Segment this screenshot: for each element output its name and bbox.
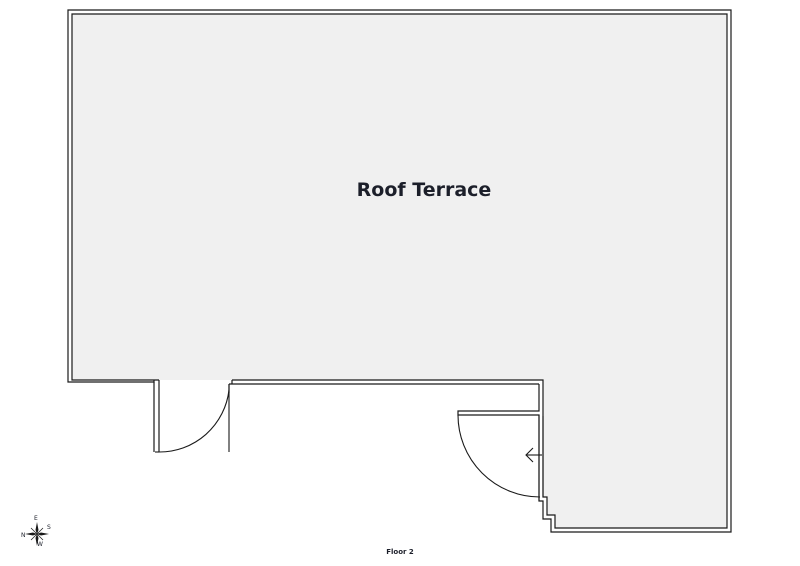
left-door bbox=[155, 384, 230, 453]
compass-icon: E S N W bbox=[21, 515, 51, 548]
floor-label: Floor 2 bbox=[386, 548, 414, 556]
compass-label-north: N bbox=[21, 532, 26, 539]
compass-label-south: S bbox=[47, 524, 51, 531]
compass-label-east: E bbox=[34, 515, 38, 522]
compass-label-west: W bbox=[37, 541, 43, 548]
right-door-recess bbox=[457, 384, 540, 416]
right-door bbox=[457, 414, 544, 501]
floor-plan: Roof Terrace E S N W Floor 2 bbox=[21, 9, 732, 556]
left-door-swing-arc bbox=[158, 389, 230, 453]
room-label-roof-terrace: Roof Terrace bbox=[357, 179, 492, 201]
